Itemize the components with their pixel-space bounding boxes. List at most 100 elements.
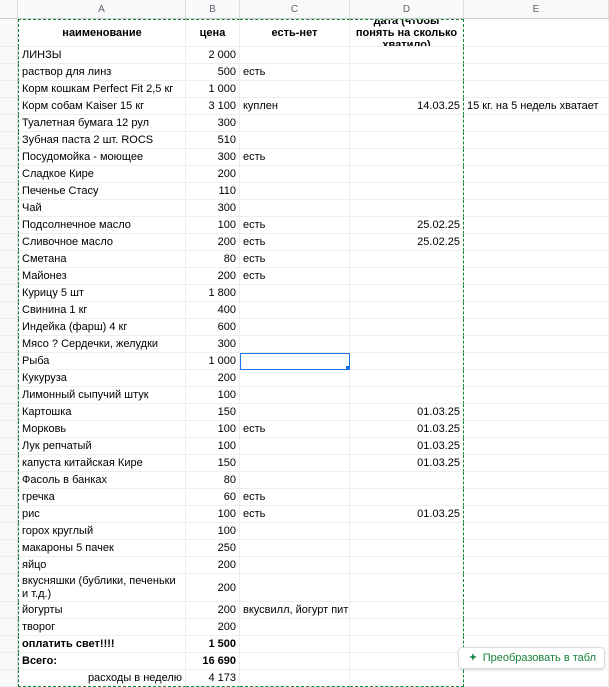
header-price[interactable]: цена xyxy=(186,19,240,47)
table-cell[interactable]: 400 xyxy=(186,302,240,319)
table-cell[interactable] xyxy=(464,455,609,472)
table-cell[interactable]: 100 xyxy=(186,506,240,523)
table-cell[interactable] xyxy=(240,302,350,319)
row-number[interactable] xyxy=(0,217,18,234)
row-number[interactable] xyxy=(0,653,18,670)
table-cell[interactable]: Картошка xyxy=(18,404,186,421)
table-cell[interactable]: 300 xyxy=(186,115,240,132)
row-number[interactable] xyxy=(0,574,18,602)
table-cell[interactable] xyxy=(350,636,464,653)
table-cell[interactable] xyxy=(240,523,350,540)
table-cell[interactable] xyxy=(240,574,350,602)
table-cell[interactable] xyxy=(350,200,464,217)
table-cell[interactable] xyxy=(240,370,350,387)
row-number[interactable] xyxy=(0,387,18,404)
table-cell[interactable]: 4 173 xyxy=(186,670,240,687)
table-cell[interactable] xyxy=(350,353,464,370)
table-cell[interactable]: 80 xyxy=(186,251,240,268)
table-cell[interactable] xyxy=(464,523,609,540)
table-cell[interactable]: есть xyxy=(240,234,350,251)
table-cell[interactable]: 150 xyxy=(186,404,240,421)
table-cell[interactable] xyxy=(464,234,609,251)
table-cell[interactable]: гречка xyxy=(18,489,186,506)
table-cell[interactable] xyxy=(350,81,464,98)
table-cell[interactable] xyxy=(464,421,609,438)
table-cell[interactable] xyxy=(350,319,464,336)
table-cell[interactable]: яйцо xyxy=(18,557,186,574)
row-number[interactable] xyxy=(0,523,18,540)
table-cell[interactable] xyxy=(350,285,464,302)
table-cell[interactable] xyxy=(350,387,464,404)
col-header-b[interactable]: B xyxy=(186,0,240,18)
table-cell[interactable]: 01.03.25 xyxy=(350,455,464,472)
table-cell[interactable]: 300 xyxy=(186,200,240,217)
table-cell[interactable]: 25.02.25 xyxy=(350,234,464,251)
row-number[interactable] xyxy=(0,47,18,64)
table-cell[interactable]: есть xyxy=(240,149,350,166)
table-cell[interactable]: 100 xyxy=(186,438,240,455)
col-header-c[interactable]: C xyxy=(240,0,350,18)
table-cell[interactable]: 110 xyxy=(186,183,240,200)
table-cell[interactable] xyxy=(464,670,609,687)
table-cell[interactable] xyxy=(464,353,609,370)
table-cell[interactable] xyxy=(240,636,350,653)
table-cell[interactable] xyxy=(464,200,609,217)
row-number[interactable] xyxy=(0,200,18,217)
row-number[interactable] xyxy=(0,81,18,98)
table-cell[interactable] xyxy=(464,506,609,523)
table-cell[interactable] xyxy=(464,540,609,557)
table-cell[interactable] xyxy=(350,557,464,574)
table-cell[interactable]: 60 xyxy=(186,489,240,506)
table-cell[interactable]: 3 100 xyxy=(186,98,240,115)
table-cell[interactable]: капуста китайская Кире xyxy=(18,455,186,472)
table-cell[interactable] xyxy=(464,472,609,489)
table-cell[interactable]: Курицу 5 шт xyxy=(18,285,186,302)
table-cell[interactable]: есть xyxy=(240,489,350,506)
table-cell[interactable]: Посудомойка - моющее xyxy=(18,149,186,166)
col-header-a[interactable]: A xyxy=(18,0,186,18)
table-cell[interactable]: 1 000 xyxy=(186,81,240,98)
table-cell[interactable]: Сливочное масло xyxy=(18,234,186,251)
table-cell[interactable] xyxy=(240,670,350,687)
row-number[interactable] xyxy=(0,132,18,149)
table-cell[interactable]: ЛИНЗЫ xyxy=(18,47,186,64)
table-cell[interactable] xyxy=(464,166,609,183)
table-cell[interactable]: Сладкое Кире xyxy=(18,166,186,183)
table-cell[interactable]: 200 xyxy=(186,166,240,183)
table-cell[interactable] xyxy=(240,353,350,370)
table-cell[interactable]: рис xyxy=(18,506,186,523)
table-cell[interactable] xyxy=(240,183,350,200)
table-cell[interactable] xyxy=(464,149,609,166)
row-number[interactable] xyxy=(0,636,18,653)
table-cell[interactable] xyxy=(240,404,350,421)
table-cell[interactable]: Лук репчатый xyxy=(18,438,186,455)
table-cell[interactable]: Чай xyxy=(18,200,186,217)
table-cell[interactable] xyxy=(464,217,609,234)
table-cell[interactable] xyxy=(464,47,609,64)
row-number[interactable] xyxy=(0,472,18,489)
col-header-e[interactable]: E xyxy=(464,0,609,18)
table-cell[interactable]: есть xyxy=(240,268,350,285)
table-cell[interactable]: есть xyxy=(240,251,350,268)
table-cell[interactable] xyxy=(240,619,350,636)
table-cell[interactable]: 200 xyxy=(186,574,240,602)
table-cell[interactable]: макароны 5 пачек xyxy=(18,540,186,557)
table-cell[interactable] xyxy=(240,166,350,183)
table-cell[interactable] xyxy=(350,115,464,132)
table-cell[interactable]: 1 500 xyxy=(186,636,240,653)
table-cell[interactable] xyxy=(240,47,350,64)
table-cell[interactable] xyxy=(350,523,464,540)
table-cell[interactable]: 1 800 xyxy=(186,285,240,302)
table-cell[interactable]: Печенье Стасу xyxy=(18,183,186,200)
corner-cell[interactable] xyxy=(0,0,18,18)
convert-to-table-button[interactable]: Преобразовать в табл xyxy=(458,647,605,669)
table-cell[interactable] xyxy=(350,268,464,285)
table-cell[interactable] xyxy=(350,132,464,149)
table-cell[interactable] xyxy=(464,404,609,421)
table-cell[interactable]: Всего: xyxy=(18,653,186,670)
table-cell[interactable] xyxy=(350,602,464,619)
table-cell[interactable] xyxy=(240,438,350,455)
table-cell[interactable]: есть xyxy=(240,217,350,234)
table-cell[interactable]: 300 xyxy=(186,149,240,166)
table-cell[interactable] xyxy=(464,619,609,636)
